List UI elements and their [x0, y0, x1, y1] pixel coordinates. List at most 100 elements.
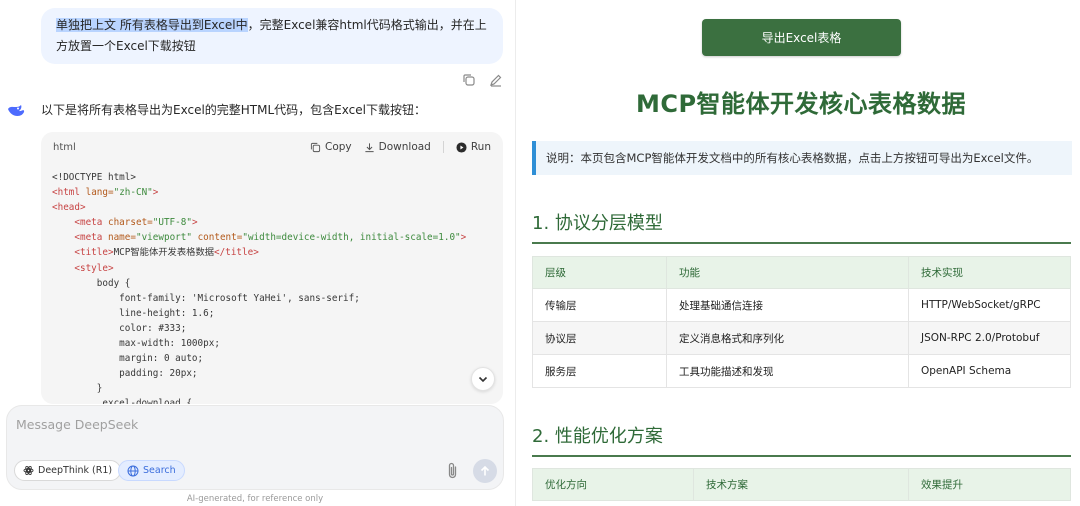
code-token: margin: 0 auto; [52, 353, 204, 365]
code-token: > [191, 217, 198, 229]
arrow-up-icon [480, 465, 490, 476]
code-token: padding: 20px; [52, 368, 198, 380]
app-window: 单独把上文 所有表格导出到Excel中，完整Excel兼容html代码格式输出，… [0, 0, 1080, 506]
run-code-label: Run [470, 141, 491, 153]
user-message: 单独把上文 所有表格导出到Excel中，完整Excel兼容html代码格式输出，… [41, 8, 503, 64]
code-token: line-height: 1.6; [52, 307, 215, 319]
code-line: } [52, 381, 493, 396]
table-header-cell: 技术方案 [693, 468, 909, 501]
table-cell: 传输层 [532, 288, 667, 322]
code-token: <html [52, 187, 86, 199]
code-token: "zh-CN" [113, 187, 153, 199]
code-token: font-family: 'Microsoft YaHei', sans-ser… [52, 292, 360, 304]
table-cell: 处理基础通信连接 [666, 288, 909, 322]
code-token: <style> [52, 262, 114, 274]
code-line: .excel-download { [52, 396, 493, 404]
send-button[interactable] [473, 459, 497, 483]
table-cell: 协议层 [532, 321, 667, 355]
play-icon [456, 141, 467, 153]
code-token: "width=device-width, initial-scale=1.0" [242, 232, 461, 244]
code-line: <meta name="viewport" content="width=dev… [52, 230, 493, 245]
copy-icon[interactable] [462, 72, 476, 86]
code-line: <title>MCP智能体开发表格数据</title> [52, 245, 493, 260]
table-header-cell: 效果提升 [908, 468, 1071, 501]
code-line: <meta charset="UTF-8"> [52, 215, 493, 230]
code-token: max-width: 1000px; [52, 338, 220, 350]
deepthink-toggle[interactable]: DeepThink (R1) [14, 460, 122, 481]
code-token: > [460, 232, 467, 244]
message-composer: Message DeepSeek DeepThink (R1) Search [6, 405, 504, 490]
section-title-protocol-layers: 1. 协议分层模型 [532, 209, 1071, 244]
table-row: 传输层 处理基础通信连接 HTTP/WebSocket/gRPC [532, 288, 1071, 322]
copy-code-label: Copy [325, 141, 352, 153]
export-excel-button[interactable]: 导出Excel表格 [702, 19, 901, 56]
code-line: body { [52, 276, 493, 291]
code-token: <head> [52, 202, 86, 214]
code-token: } [52, 383, 103, 395]
code-line: line-height: 1.6; [52, 306, 493, 321]
code-token: lang= [85, 187, 114, 199]
code-token: charset= [107, 217, 153, 229]
code-line: <html lang="zh-CN"> [52, 185, 493, 200]
code-token: content= [197, 232, 243, 244]
copy-icon [310, 142, 321, 152]
download-icon [365, 142, 374, 152]
code-token: "UTF-8" [152, 217, 192, 229]
code-line: font-family: 'Microsoft YaHei', sans-ser… [52, 291, 493, 306]
code-token: .excel-download { [52, 398, 192, 404]
download-code-button[interactable]: Download [364, 141, 431, 153]
chevron-down-icon [478, 376, 488, 383]
run-code-button[interactable]: Run [456, 141, 491, 153]
code-token: <meta [52, 232, 108, 244]
code-line: <style> [52, 261, 493, 276]
code-line: <!DOCTYPE html> [52, 170, 493, 185]
table-cell: 定义消息格式和序列化 [666, 321, 909, 355]
code-line: <head> [52, 200, 493, 215]
code-token: <!DOCTYPE html> [52, 172, 136, 183]
user-message-selected-text[interactable]: 单独把上文 所有表格导出到Excel中 [56, 18, 248, 32]
scroll-to-bottom-button[interactable] [471, 367, 495, 391]
table-cell: OpenAPI Schema [908, 354, 1071, 388]
globe-icon [127, 465, 139, 476]
code-token: color: #333; [52, 322, 187, 334]
page-title: MCP智能体开发核心表格数据 [635, 90, 967, 118]
assistant-intro-text: 以下是将所有表格导出为Excel的完整HTML代码，包含Excel下载按钮： [41, 103, 426, 117]
code-language-label: html [53, 141, 76, 153]
table-header-row: 优化方向 技术方案 效果提升 [532, 468, 1071, 501]
search-label: Search [143, 465, 176, 476]
section-title-performance: 2. 性能优化方案 [532, 422, 1071, 457]
code-block-header: html Copy Download Run [41, 132, 503, 162]
download-code-label: Download [378, 141, 431, 153]
table-cell: HTTP/WebSocket/gRPC [908, 288, 1071, 322]
message-actions [462, 72, 503, 87]
code-token: name= [107, 232, 136, 244]
table-header-cell: 层级 [532, 256, 667, 289]
edit-icon[interactable] [489, 72, 503, 87]
copy-code-button[interactable]: Copy [310, 141, 352, 153]
performance-table: 优化方向 技术方案 效果提升 [532, 468, 1071, 501]
code-token: "viewport" [135, 232, 198, 244]
deepthink-label: DeepThink (R1) [38, 465, 113, 476]
search-toggle[interactable]: Search [118, 460, 185, 481]
table-header-cell: 优化方向 [532, 468, 694, 501]
paperclip-icon[interactable] [444, 461, 462, 481]
deepthink-icon [23, 465, 34, 476]
table-cell: JSON-RPC 2.0/Protobuf [908, 321, 1071, 355]
code-content[interactable]: <!DOCTYPE html> <html lang="zh-CN"> <head>… [41, 162, 503, 404]
table-header-row: 层级 功能 技术实现 [532, 256, 1071, 289]
ai-disclaimer: AI-generated, for reference only [186, 494, 324, 504]
table-cell: 服务层 [532, 354, 667, 388]
code-token: <meta [52, 217, 108, 229]
code-line: color: #333; [52, 321, 493, 336]
table-row: 服务层 工具功能描述和发现 OpenAPI Schema [532, 354, 1071, 388]
table-cell: 工具功能描述和发现 [666, 354, 909, 388]
deepseek-logo-icon [6, 100, 26, 120]
code-line: padding: 20px; [52, 366, 493, 381]
code-token: MCP智能体开发表格数据 [113, 247, 215, 259]
table-header-cell: 技术实现 [908, 256, 1071, 289]
message-input[interactable]: Message DeepSeek [16, 417, 138, 432]
code-token: <title> [52, 247, 114, 259]
header-separator [442, 141, 444, 153]
code-token: > [152, 187, 159, 199]
table-header-cell: 功能 [666, 256, 909, 289]
